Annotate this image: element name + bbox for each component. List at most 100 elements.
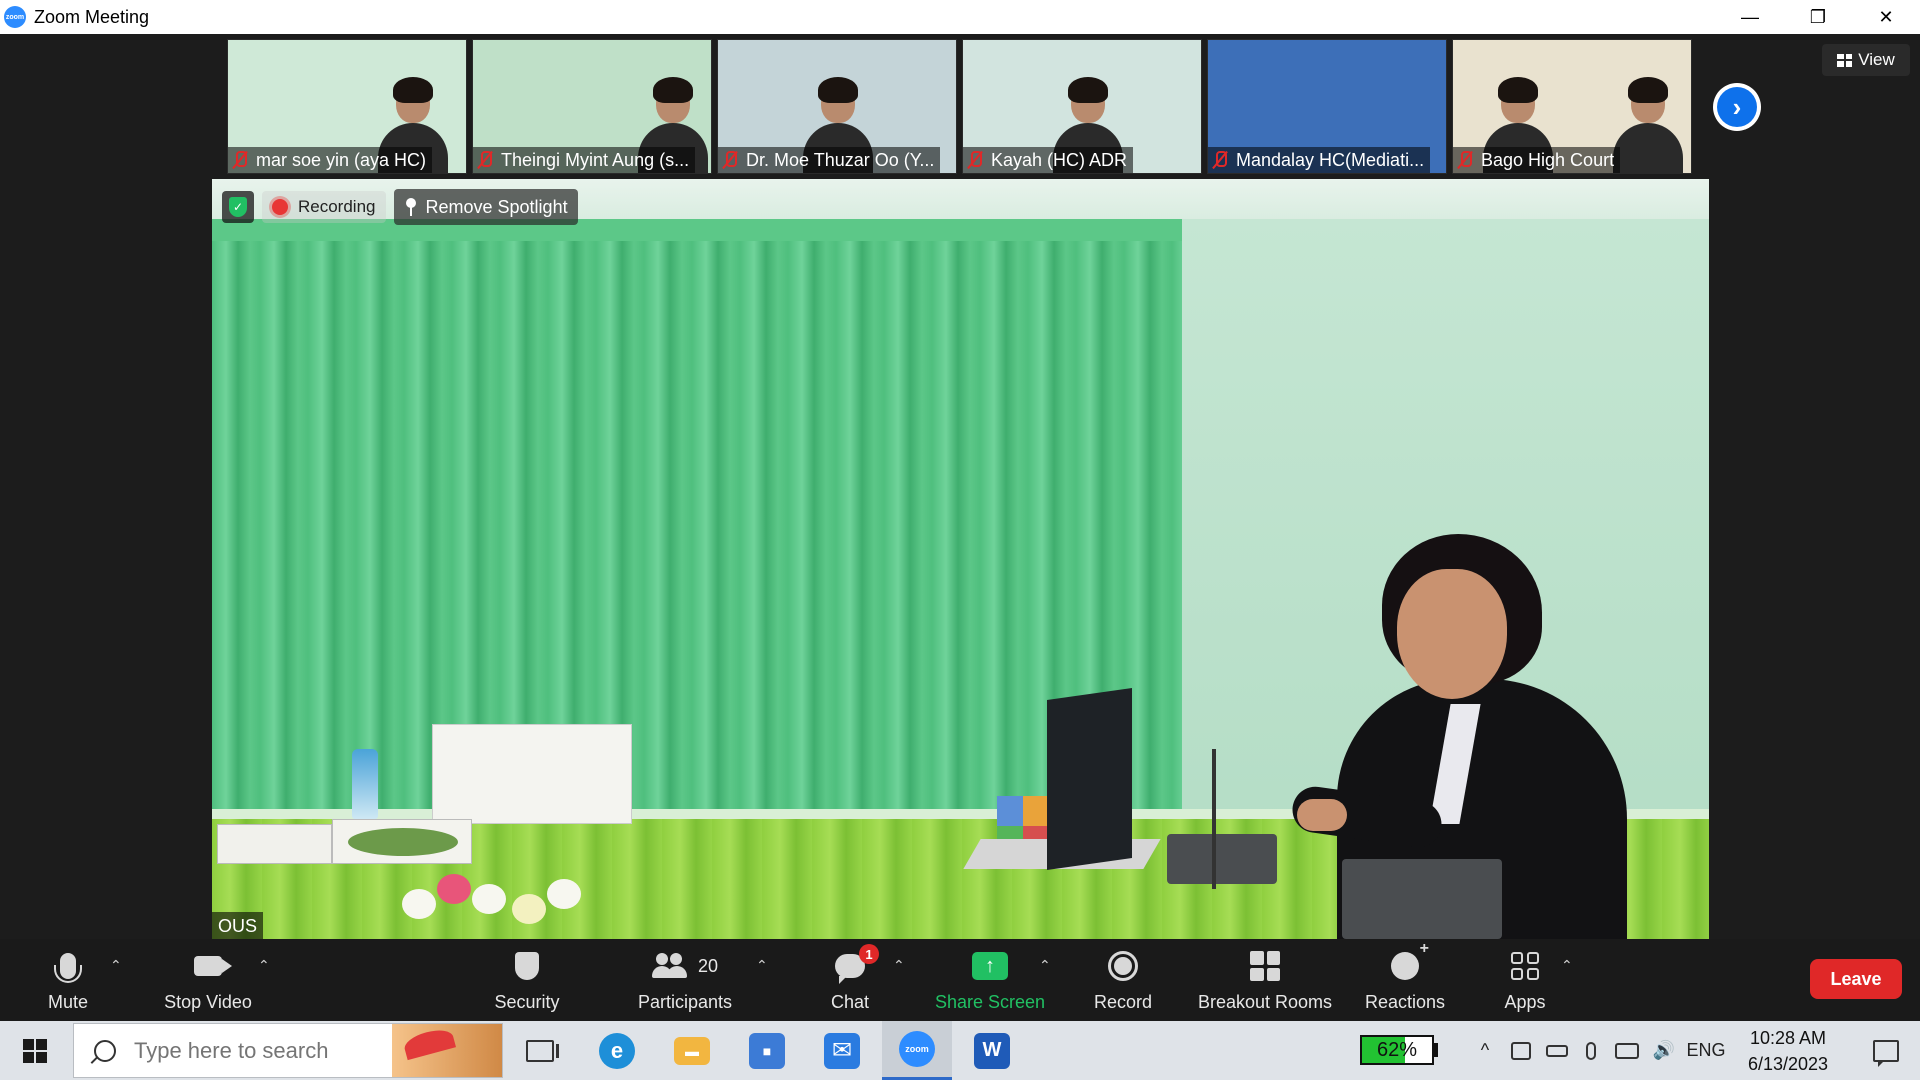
close-button[interactable]: ✕ [1852,0,1920,34]
share-options-caret[interactable]: ⌃ [1039,957,1051,974]
taskbar-app-word[interactable]: W [957,1021,1027,1080]
chat-button[interactable]: 1 Chat [820,939,880,1021]
chat-options-caret[interactable]: ⌃ [893,957,905,974]
leave-button[interactable]: Leave [1810,959,1902,999]
chat-label: Chat [830,992,870,1012]
input-language-button[interactable]: ENG [1684,1021,1728,1080]
search-icon [94,1039,116,1062]
participants-options-caret[interactable]: ⌃ [756,957,768,974]
clock-date: 6/13/2023 [1747,1054,1829,1074]
participant-thumbnail[interactable]: Dr. Moe Thuzar Oo (Y... [717,39,957,174]
show-hidden-icons-button[interactable]: ^ [1470,1021,1500,1080]
spotlight-video[interactable]: ✓ Recording Remove Spotlight OUS [212,179,1709,940]
recording-indicator[interactable]: Recording [262,191,386,223]
apps-options-caret[interactable]: ⌃ [1561,957,1573,974]
video-scene-mic-base [1167,834,1277,884]
participant-name-label: mar soe yin (aya HC) [228,147,433,173]
breakout-rooms-button[interactable]: Breakout Rooms [1194,939,1336,1021]
record-dot-icon [272,199,288,215]
start-button[interactable] [0,1021,70,1080]
task-view-icon [526,1039,559,1062]
meeting-toolbar: Mute ⌃ Stop Video ⌃ Security 20 Particip… [0,939,1920,1021]
video-options-caret[interactable]: ⌃ [258,957,270,974]
video-scene-sign [432,724,632,824]
pin-icon [404,198,418,216]
battery-percentage-widget[interactable]: 62% [1360,1035,1434,1065]
next-page-button[interactable]: › [1713,83,1761,131]
security-button[interactable]: Security [484,939,570,1021]
record-icon [1108,951,1138,981]
taskbar-app-zoom[interactable]: zoom [882,1021,952,1080]
meet-now-tray-icon[interactable] [1505,1021,1537,1080]
participants-icon [651,953,688,979]
language-label: ENG [1686,1040,1726,1060]
mute-label: Mute [47,992,89,1012]
recording-label: Recording [298,197,376,216]
clock-time: 10:28 AM [1749,1028,1827,1048]
taskbar-clock[interactable]: 10:28 AM 6/13/2023 [1728,1025,1848,1077]
zoom-icon: zoom [899,1031,935,1067]
participant-thumbnail[interactable]: Kayah (HC) ADR [962,39,1202,174]
participant-thumbnail[interactable]: mar soe yin (aya HC) [227,39,467,174]
chat-unread-badge: 1 [859,944,879,964]
participant-thumbnail[interactable]: Theingi Myint Aung (s... [472,39,712,174]
shield-check-icon: ✓ [229,197,247,217]
taskbar-app-file-explorer[interactable]: ▬ [657,1021,727,1080]
video-camera-icon [194,956,232,976]
taskbar-app-edge[interactable]: e [582,1021,652,1080]
microphone-tray-icon[interactable] [1577,1021,1605,1080]
smiley-add-icon [1391,940,1429,980]
task-view-button[interactable] [505,1021,575,1080]
word-icon: W [974,1032,1010,1069]
speaker-icon: 🔊 [1652,1040,1676,1060]
reactions-label: Reactions [1364,992,1446,1012]
mute-button[interactable]: Mute [40,939,96,1021]
battery-tray-icon[interactable] [1541,1021,1573,1080]
video-scene-plate [332,819,472,864]
video-scene-laptop [1047,688,1132,870]
volume-tray-icon[interactable]: 🔊 [1648,1021,1680,1080]
meeting-security-badge[interactable]: ✓ [222,191,254,223]
mic-muted-icon [967,151,983,169]
apps-icon [1511,952,1539,980]
store-icon: ■ [749,1032,785,1069]
network-tray-icon[interactable] [1610,1021,1644,1080]
zoom-logo-icon: zoom [4,6,26,28]
network-icon [1615,1042,1639,1059]
apps-label: Apps [1504,992,1546,1012]
reactions-button[interactable]: Reactions [1363,939,1447,1021]
mic-muted-icon [232,151,248,169]
search-input[interactable] [134,1037,394,1064]
remove-spotlight-button[interactable]: Remove Spotlight [393,189,578,225]
video-overlay-controls: ✓ Recording Remove Spotlight [222,189,578,225]
grid-view-icon [1837,53,1853,67]
participant-thumbnail[interactable]: Mandalay HC(Mediati... [1207,39,1447,174]
participants-button[interactable]: 20 Participants [630,939,740,1021]
participants-count: 20 [697,955,719,976]
mail-icon: ✉ [824,1032,860,1069]
apps-button[interactable]: Apps [1500,939,1550,1021]
chevron-up-icon: ^ [1480,1040,1490,1060]
mute-options-caret[interactable]: ⌃ [110,957,122,974]
mic-muted-icon [1457,151,1473,169]
minimize-button[interactable]: — [1716,0,1784,34]
participant-name-label: Theingi Myint Aung (s... [473,147,696,173]
title-bar: zoom Zoom Meeting — ❐ ✕ [0,0,1920,34]
participant-name-label: Dr. Moe Thuzar Oo (Y... [718,147,941,173]
participant-thumbnail[interactable]: Bago High Court [1452,39,1692,174]
battery-percent-text: 62% [1376,1038,1418,1061]
participant-figure [1613,77,1683,173]
stop-video-button[interactable]: Stop Video [158,939,258,1021]
mic-muted-icon [722,151,738,169]
share-screen-button[interactable]: ↑ Share Screen [932,939,1048,1021]
notification-icon [1873,1039,1899,1067]
taskbar-search[interactable] [73,1023,503,1078]
taskbar-app-mail[interactable]: ✉ [807,1021,877,1080]
video-scene-mic-base [1342,859,1502,939]
restore-button[interactable]: ❐ [1784,0,1852,34]
notifications-button[interactable] [1856,1021,1916,1080]
battery-nub [1434,1043,1438,1057]
view-button[interactable]: View [1822,44,1910,76]
taskbar-app-store[interactable]: ■ [732,1021,802,1080]
record-button[interactable]: Record [1090,939,1156,1021]
